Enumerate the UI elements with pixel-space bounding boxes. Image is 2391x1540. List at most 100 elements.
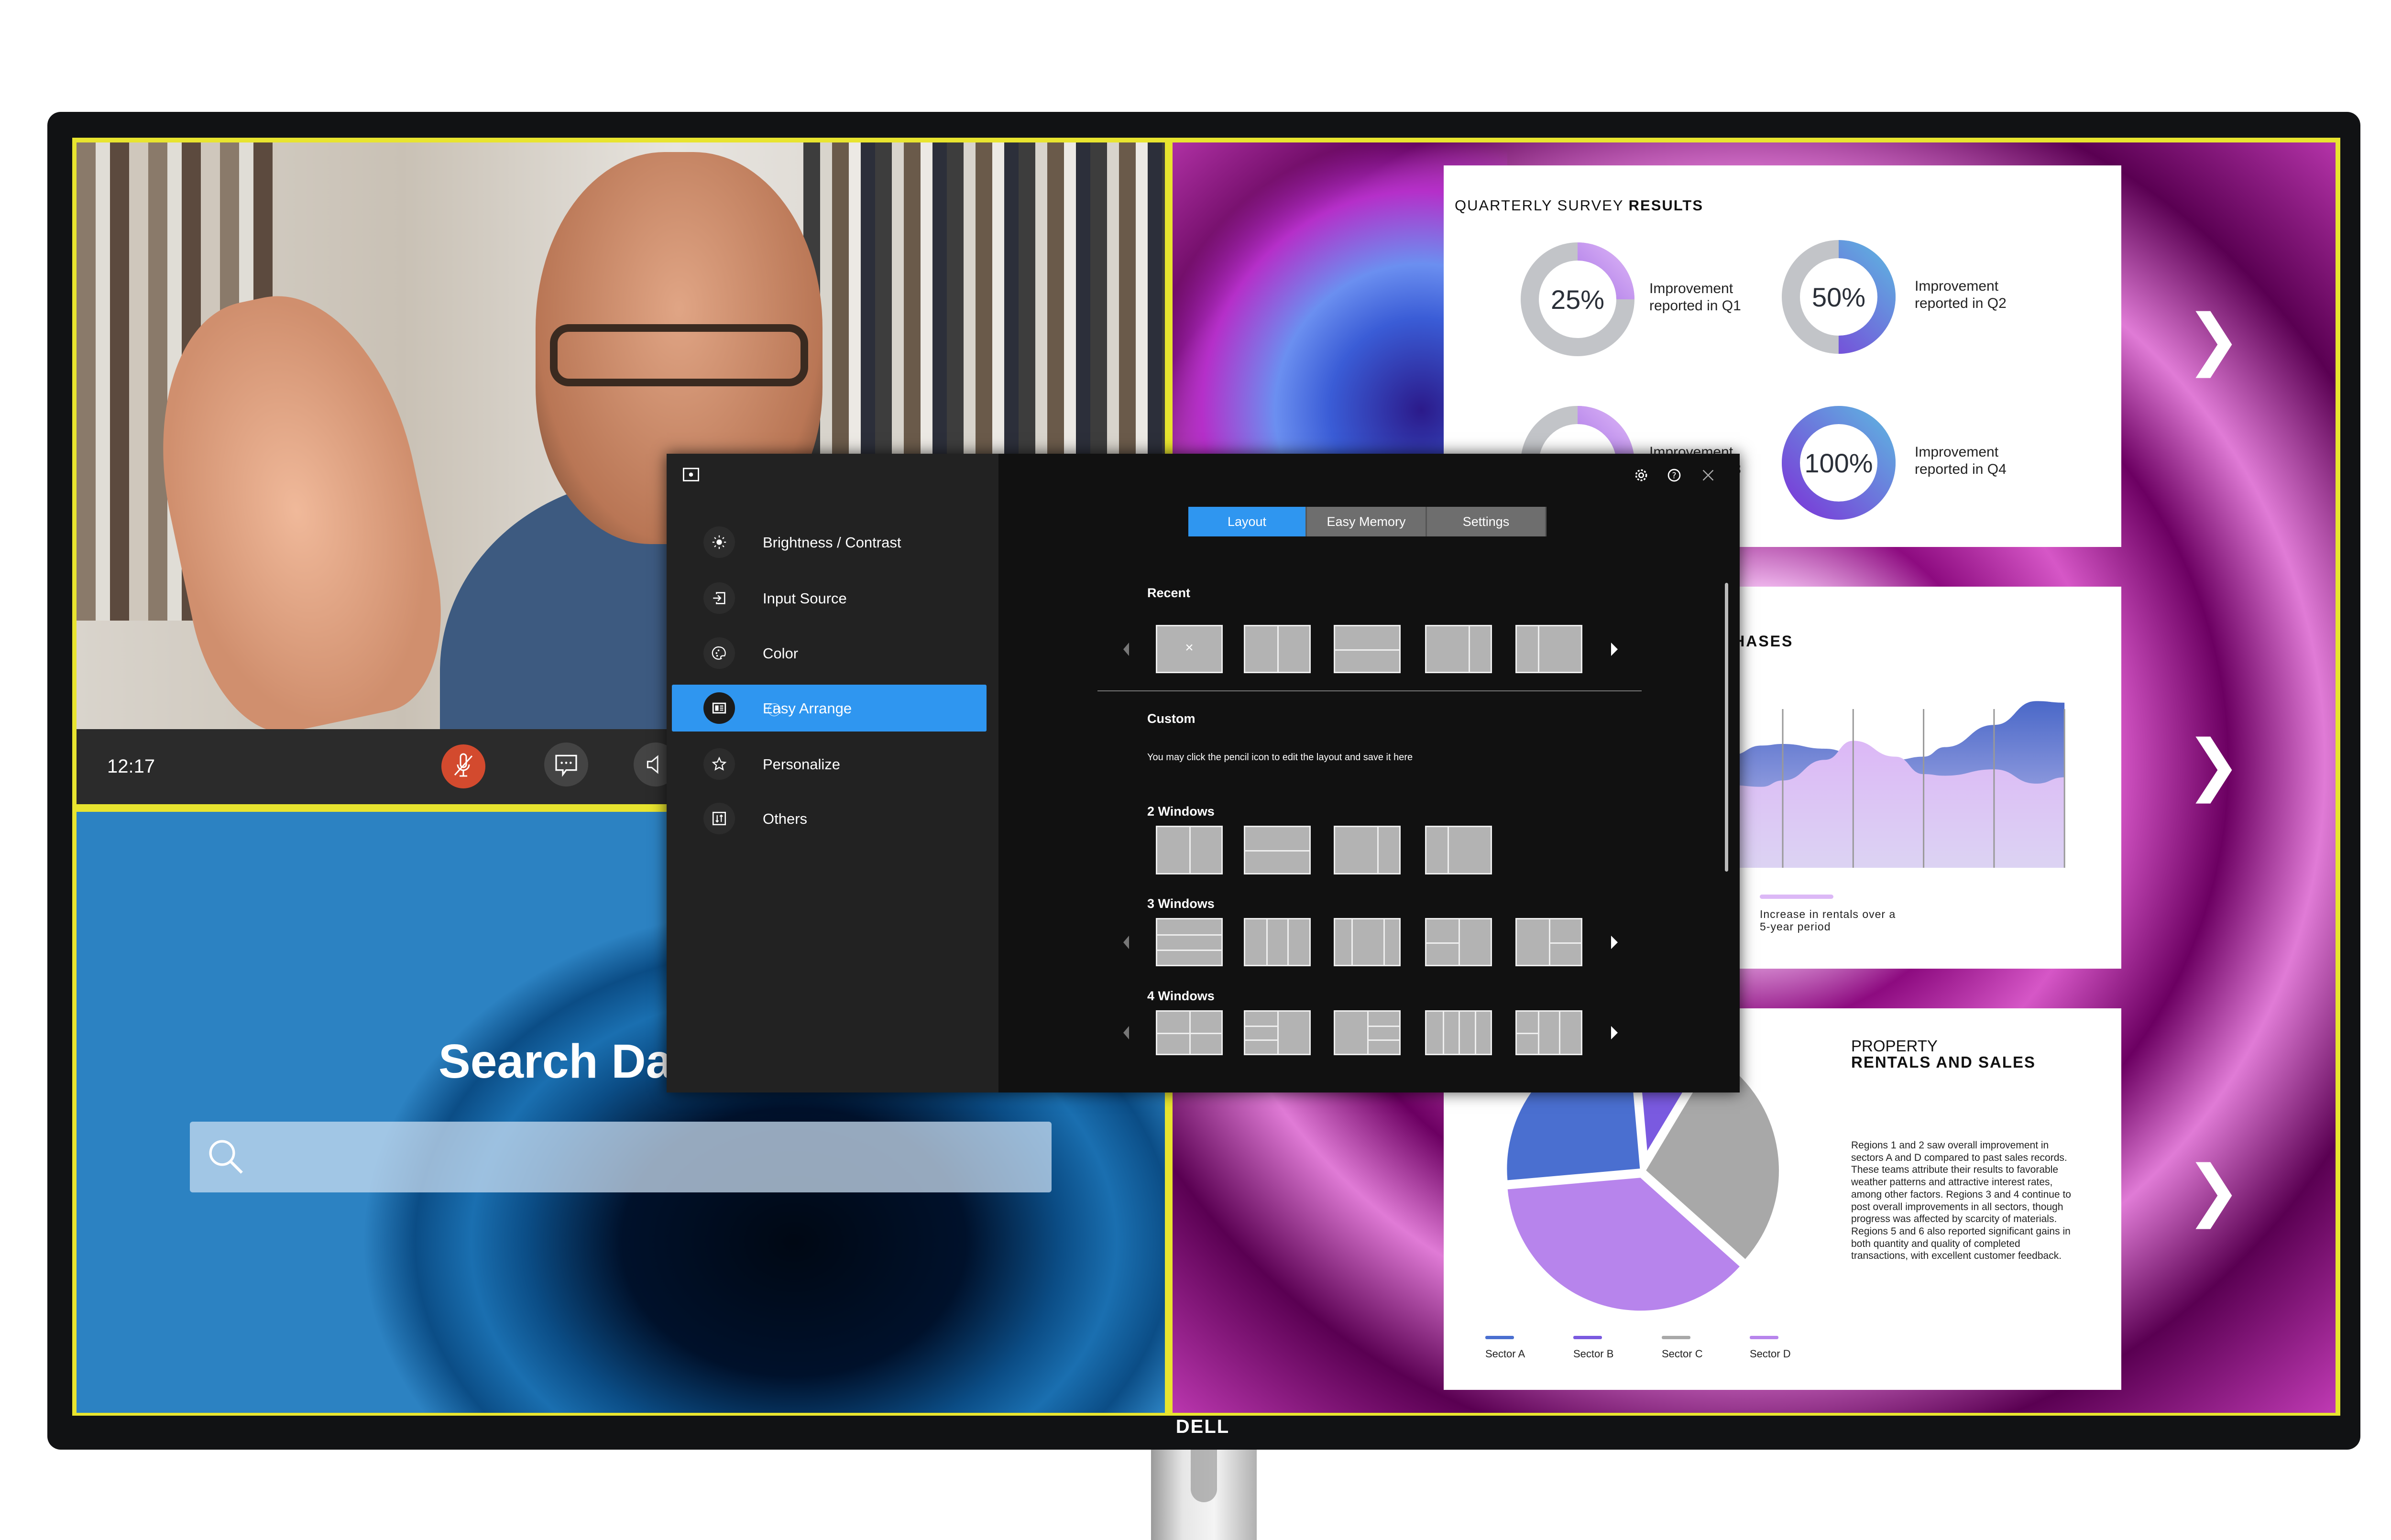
brightness-icon-badge [703, 526, 735, 558]
layout-thumbnail-left3stack[interactable] [1244, 1010, 1311, 1055]
layout-divider [1157, 1033, 1221, 1034]
property-title-bold: RENTALS AND SALES [1851, 1053, 2036, 1071]
legend-swatch [1750, 1336, 1778, 1339]
donut-value: 25% [1550, 284, 1605, 315]
scroll-left-arrow[interactable] [1123, 935, 1129, 949]
scroll-right-arrow[interactable] [1611, 642, 1618, 656]
layout-thumbnail-v50[interactable] [1244, 625, 1311, 673]
layout-thumbnail-rows3[interactable] [1156, 918, 1223, 966]
sidebar-item-label: Input Source [763, 590, 847, 607]
help-icon[interactable]: ? [1667, 468, 1682, 483]
layout-divider [1367, 1012, 1369, 1054]
sidebar-item-label: Brightness / Contrast [763, 534, 901, 551]
layout-divider [1245, 850, 1309, 852]
scroll-left-arrow[interactable] [1123, 1026, 1129, 1039]
layout-thumbnail-h50[interactable] [1244, 826, 1311, 874]
layout-divider [1277, 1012, 1279, 1054]
donut-label-line1: Improvement [1649, 281, 1733, 296]
layout-divider [1335, 649, 1399, 651]
mute-button[interactable] [441, 744, 485, 788]
input-source-icon [713, 592, 725, 604]
sidebar-item-others[interactable]: Others [672, 795, 987, 842]
caption-line: 5-year period [1760, 920, 1831, 933]
sidebar-item-label: Personalize [763, 756, 840, 773]
layout-divider [1474, 1012, 1476, 1054]
layout-thumbnail-leftsplit[interactable] [1425, 918, 1492, 966]
layout-thumbnail-h50[interactable] [1334, 625, 1401, 673]
settings-icon[interactable] [1634, 468, 1649, 483]
layout-divider [1538, 626, 1540, 672]
layout-thumbnail-empty[interactable]: × [1156, 625, 1223, 673]
star-icon [712, 756, 727, 771]
legend-label: Sector B [1573, 1348, 1614, 1360]
layout-divider [1351, 919, 1353, 965]
layout-divider [1287, 919, 1289, 965]
layout-thumbnail-right3stack[interactable] [1334, 1010, 1401, 1055]
sidebar-item-brightness-contrast[interactable]: Brightness / Contrast [672, 519, 987, 566]
easy-arrange-icon [712, 702, 726, 714]
layout-divider [1277, 626, 1279, 672]
layout-thumbnail-v50[interactable] [1156, 826, 1223, 874]
next-slide-chevron[interactable]: ❯ [2185, 306, 2241, 373]
custom-hint: You may click the pencil icon to edit th… [1147, 752, 1413, 763]
speaker-icon [647, 755, 658, 774]
search-icon [209, 1140, 243, 1174]
sidebar-item-personalize[interactable]: Personalize [672, 741, 987, 787]
scroll-left-arrow[interactable] [1123, 642, 1129, 656]
layout-divider [1442, 1012, 1444, 1054]
dell-logo: DELL [1175, 1416, 1230, 1437]
scroll-right-arrow[interactable] [1611, 935, 1618, 949]
app-logo-icon [683, 468, 699, 481]
layout-thumbnail-v33[interactable] [1425, 826, 1492, 874]
layout-thumbnail-cols3[interactable] [1244, 918, 1311, 966]
group-label: 2 Windows [1147, 804, 1215, 819]
donut-value: 50% [1811, 282, 1866, 312]
layout-thumbnail-rightsplit[interactable] [1515, 918, 1582, 966]
layout-divider [1549, 942, 1581, 944]
scrollbar[interactable] [1725, 583, 1728, 872]
layout-thumbnail-cols3leftsplit[interactable] [1515, 1010, 1582, 1055]
layout-thumbnail-v33[interactable] [1515, 625, 1582, 673]
sidebar-item-input-source[interactable]: Input Source [672, 575, 987, 622]
layout-divider [1559, 1012, 1561, 1054]
sidebar: Brightness / Contrast Input Source Color Ea… [667, 454, 998, 1092]
donut-label-line2: reported in Q1 [1649, 298, 1741, 314]
layout-divider [1448, 827, 1449, 873]
tab-layout[interactable]: Layout [1188, 507, 1307, 536]
sidebar-item-label: Others [763, 810, 808, 827]
caption-line: Increase in rentals over a [1760, 908, 1896, 920]
call-time: 12:17 [107, 756, 155, 777]
next-slide-chevron[interactable]: ❯ [2185, 1157, 2241, 1224]
layout-divider [1377, 827, 1379, 873]
property-paragraph: Regions 1 and 2 saw overall improvement … [1851, 1140, 2071, 1262]
layout-thumbnail-grid4[interactable] [1156, 1010, 1223, 1055]
layout-thumbnail-v66[interactable] [1425, 625, 1492, 673]
sidebar-item-easy-arrange[interactable]: Easy Arrange ⓘ [672, 685, 987, 732]
layout-divider [1245, 1039, 1277, 1041]
layout-divider [1426, 942, 1459, 944]
next-slide-chevron[interactable]: ❯ [2185, 732, 2241, 798]
close-icon[interactable] [1701, 469, 1715, 482]
search-input[interactable] [190, 1122, 1052, 1192]
chat-button[interactable] [544, 743, 588, 786]
area-legend-swatch [1760, 895, 1833, 899]
layout-thumbnail-cols4[interactable] [1425, 1010, 1492, 1055]
layout-thumbnail-v66[interactable] [1334, 826, 1401, 874]
scroll-right-arrow[interactable] [1611, 1026, 1618, 1039]
tab-settings[interactable]: Settings [1427, 507, 1546, 536]
input-source-icon-badge [703, 582, 735, 614]
layout-divider [1459, 919, 1460, 965]
layout-divider [1459, 1012, 1460, 1054]
others-icon [712, 811, 726, 826]
sidebar-item-color[interactable]: Color [672, 630, 987, 677]
tab-easy-memory[interactable]: Easy Memory [1307, 507, 1427, 536]
svg-text:?: ? [1672, 471, 1676, 481]
info-icon[interactable]: ⓘ [768, 700, 781, 719]
star-icon-badge [703, 748, 735, 780]
color-palette-icon [712, 646, 726, 660]
custom-label: Custom [1147, 711, 1196, 726]
property-title-light: PROPERTY [1851, 1037, 1938, 1055]
layout-divider [1245, 1026, 1277, 1027]
layout-thumbnail-cols3wide[interactable] [1334, 918, 1401, 966]
layout-divider [1367, 1039, 1399, 1041]
